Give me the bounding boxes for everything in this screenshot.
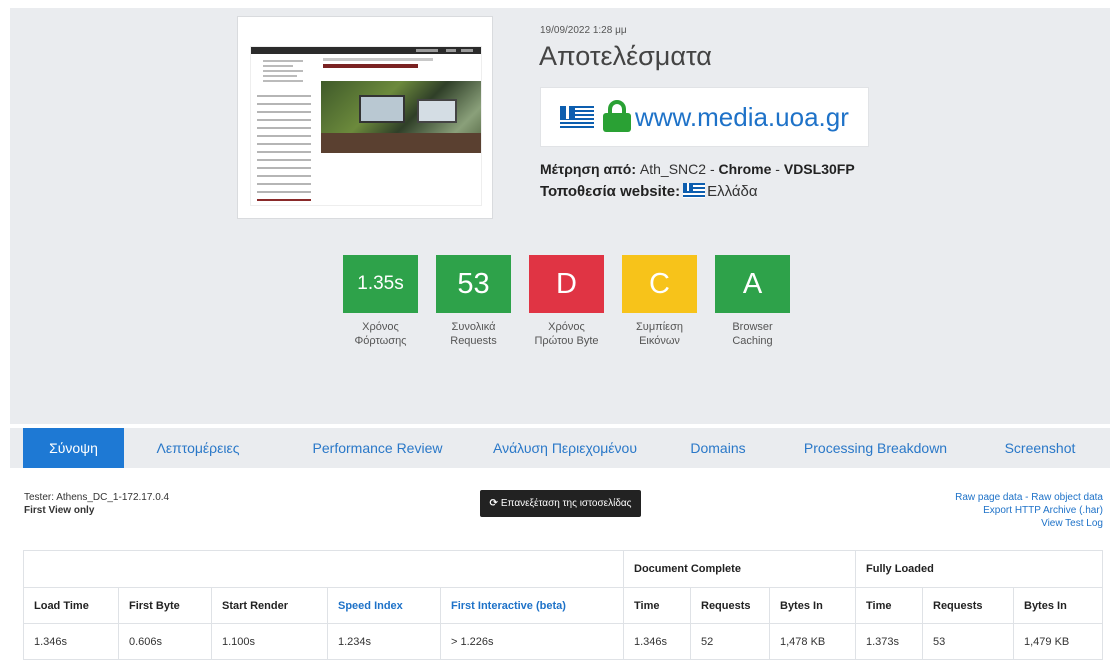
- separator: -: [709, 161, 715, 177]
- group-fully-loaded: Fully Loaded: [855, 550, 1103, 588]
- score-label-image-compression: Συμπίεση Εικόνων: [636, 321, 683, 347]
- tab-performance-review[interactable]: Performance Review: [290, 428, 465, 468]
- score-value: C: [649, 268, 670, 300]
- thumbnail-image: [250, 46, 482, 206]
- raw-page-data-link[interactable]: Raw page data: [955, 492, 1022, 503]
- col-load-time: Load Time: [23, 587, 119, 624]
- table-row: 1.346s 0.606s 1.100s 1.234s > 1.226s 1.3…: [23, 623, 1103, 660]
- measurement-info: Μέτρηση από: Ath_SNC2 - Chrome - VDSL30F…: [540, 161, 855, 177]
- score-label-load-time: Χρόνος Φόρτωσης: [354, 321, 407, 347]
- tab-domains[interactable]: Domains: [678, 428, 758, 468]
- tab-processing-breakdown[interactable]: Processing Breakdown: [793, 428, 958, 468]
- greece-flag-icon: [683, 183, 706, 198]
- col-full-requests: Requests: [922, 587, 1014, 624]
- table-column-headers: Load Time First Byte Start Render Speed …: [23, 587, 1103, 624]
- tester-info: Tester: Athens_DC_1-172.17.0.4 First Vie…: [24, 491, 169, 517]
- cell-first-interactive: > 1.226s: [440, 623, 624, 660]
- export-har-link[interactable]: Export HTTP Archive (.har): [955, 504, 1103, 517]
- tested-url[interactable]: www.media.uoa.gr: [635, 102, 849, 133]
- score-value: 53: [457, 268, 490, 300]
- table-group-header: Document Complete Fully Loaded: [23, 550, 1103, 588]
- col-doc-bytes-in: Bytes In: [769, 587, 856, 624]
- cell-doc-bytes-in: 1,478 KB: [769, 623, 856, 660]
- col-doc-time: Time: [623, 587, 691, 624]
- retest-button[interactable]: ⟳ Επανεξέταση της ιστοσελίδας: [480, 490, 641, 517]
- view-mode: First View only: [24, 505, 95, 516]
- tab-summary[interactable]: Σύνοψη: [23, 428, 124, 468]
- score-value: A: [742, 268, 763, 300]
- cell-load-time: 1.346s: [23, 623, 119, 660]
- group-document-complete: Document Complete: [623, 550, 856, 588]
- tester-id: Tester: Athens_DC_1-172.17.0.4: [24, 492, 170, 503]
- results-table: Document Complete Fully Loaded Load Time…: [23, 550, 1103, 660]
- page-title: Αποτελέσματα: [539, 41, 712, 71]
- refresh-icon: ⟳: [489, 498, 498, 509]
- measurement-label: Μέτρηση από:: [540, 161, 636, 177]
- score-image-compression[interactable]: C: [622, 255, 697, 313]
- col-start-render: Start Render: [211, 587, 328, 624]
- col-first-interactive[interactable]: First Interactive (beta): [440, 587, 624, 624]
- col-speed-index[interactable]: Speed Index: [327, 587, 441, 624]
- score-label-total-requests: Συνολικά Requests: [450, 321, 497, 347]
- score-label-browser-caching: Browser Caching: [732, 321, 773, 347]
- score-load-time[interactable]: 1.35s: [343, 255, 418, 313]
- website-location: Ελλάδα: [707, 183, 758, 200]
- separator: -: [775, 161, 780, 177]
- col-doc-requests: Requests: [690, 587, 770, 624]
- separator: -: [1022, 492, 1032, 503]
- retest-label: Επανεξέταση της ιστοσελίδας: [500, 498, 632, 509]
- page-screenshot-thumbnail[interactable]: [237, 16, 493, 219]
- export-links: Raw page data - Raw object data Export H…: [955, 491, 1103, 530]
- test-date: 19/09/2022 1:28 μμ: [540, 25, 627, 36]
- connection-type: VDSL30FP: [783, 161, 855, 177]
- results-tabs: Σύνοψη Λεπτομέρειες Performance Review Α…: [10, 428, 1110, 468]
- cell-doc-time: 1.346s: [623, 623, 691, 660]
- col-full-bytes-in: Bytes In: [1013, 587, 1103, 624]
- raw-object-data-link[interactable]: Raw object data: [1031, 492, 1103, 503]
- table-header-empty: [23, 550, 624, 588]
- score-first-byte[interactable]: D: [529, 255, 604, 313]
- view-test-log-link[interactable]: View Test Log: [955, 517, 1103, 530]
- measurement-location: Ath_SNC2: [639, 161, 707, 177]
- score-total-requests[interactable]: 53: [436, 255, 511, 313]
- cell-doc-requests: 52: [690, 623, 770, 660]
- cell-full-requests: 53: [922, 623, 1014, 660]
- tab-content-breakdown[interactable]: Ανάλυση Περιεχομένου: [475, 428, 655, 468]
- score-label-first-byte: Χρόνος Πρώτου Byte: [534, 321, 599, 347]
- website-location-info: Τοποθεσία website: Ελλάδα: [540, 183, 758, 200]
- score-value: 1.35s: [357, 273, 404, 294]
- cell-first-byte: 0.606s: [118, 623, 212, 660]
- score-browser-caching[interactable]: A: [715, 255, 790, 313]
- col-first-byte: First Byte: [118, 587, 212, 624]
- cell-full-time: 1.373s: [855, 623, 923, 660]
- greece-flag-icon: [560, 106, 594, 129]
- lock-icon: [603, 100, 631, 132]
- col-full-time: Time: [855, 587, 923, 624]
- tab-screenshot[interactable]: Screenshot: [990, 428, 1090, 468]
- cell-full-bytes-in: 1,479 KB: [1013, 623, 1103, 660]
- website-location-label: Τοποθεσία website:: [540, 183, 681, 200]
- tab-details[interactable]: Λεπτομέρειες: [138, 428, 258, 468]
- cell-start-render: 1.100s: [211, 623, 328, 660]
- browser-name: Chrome: [718, 161, 772, 177]
- tested-url-box: www.media.uoa.gr: [540, 87, 869, 147]
- score-value: D: [556, 268, 577, 300]
- cell-speed-index: 1.234s: [327, 623, 441, 660]
